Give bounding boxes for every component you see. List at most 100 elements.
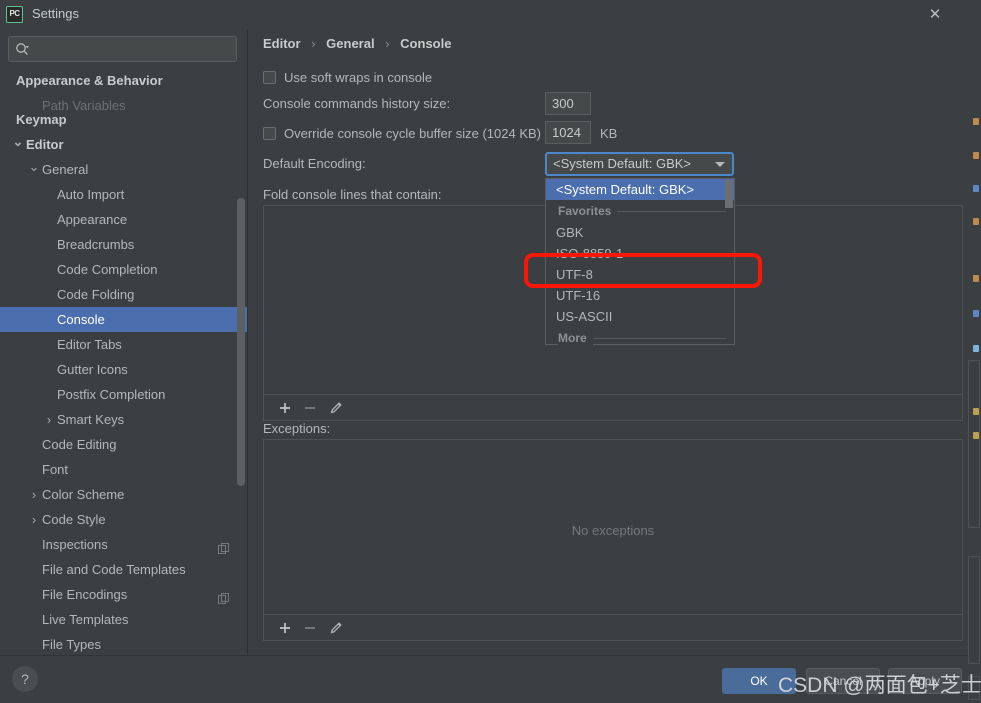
default-encoding-label: Default Encoding: <box>263 156 366 171</box>
dropdown-separator-label: Favorites <box>558 204 618 218</box>
remove-icon[interactable] <box>301 399 319 417</box>
sidebar-item-code-style[interactable]: › Code Style <box>0 507 247 532</box>
dropdown-option-utf-8[interactable]: UTF-8 <box>546 264 734 285</box>
breadcrumb-separator: › <box>311 36 316 51</box>
sidebar-item-label: Color Scheme <box>42 487 125 502</box>
exceptions-empty-text: No exceptions <box>571 523 655 538</box>
help-icon[interactable]: ? <box>12 666 38 692</box>
sidebar-item-label: Inspections <box>42 537 108 552</box>
chevron-down-icon[interactable]: ⌄ <box>11 132 25 157</box>
breadcrumb-separator: › <box>385 36 390 51</box>
breadcrumb-item-editor[interactable]: Editor <box>263 36 301 51</box>
cycle-buffer-unit: KB <box>600 126 618 141</box>
encoding-dropdown-popup[interactable]: <System Default: GBK> Favorites GBK ISO-885… <box>545 178 735 345</box>
sidebar-item-label: Live Templates <box>42 612 129 627</box>
settings-sidebar: Appearance & Behavior Path Variables Keyma… <box>0 30 248 655</box>
sidebar-item-general[interactable]: ⌄ General <box>0 157 247 182</box>
sidebar-item-auto-import[interactable]: Auto Import <box>0 182 247 207</box>
ide-backdrop-strip <box>967 0 981 703</box>
dropdown-option-system-default-gbk[interactable]: <System Default: GBK> <box>546 179 734 200</box>
remove-icon[interactable] <box>301 619 319 637</box>
search-icon <box>15 42 29 56</box>
close-icon[interactable]: ✕ <box>912 0 958 30</box>
sidebar-item-label: General <box>42 162 89 177</box>
history-size-input[interactable] <box>545 92 591 115</box>
sidebar-item-label: File Encodings <box>42 587 128 602</box>
dropdown-option-gbk[interactable]: GBK <box>546 222 734 243</box>
cycle-buffer-checkbox[interactable] <box>263 127 276 140</box>
ok-button[interactable]: OK <box>722 668 796 694</box>
breadcrumb-item-general[interactable]: General <box>326 36 374 51</box>
sidebar-item-label: Code Style <box>42 512 106 527</box>
exceptions-label: Exceptions: <box>263 421 331 436</box>
sidebar-scrollbar[interactable] <box>237 198 245 486</box>
fold-lines-label: Fold console lines that contain: <box>263 187 442 202</box>
dropdown-separator-favorites: Favorites <box>546 200 734 222</box>
sidebar-item-gutter-icons[interactable]: Gutter Icons <box>0 357 247 382</box>
dropdown-option-us-ascii[interactable]: US-ASCII <box>546 306 734 327</box>
sidebar-item-postfix-completion[interactable]: Postfix Completion <box>0 382 247 407</box>
default-encoding-combobox[interactable]: <System Default: GBK> <box>545 152 734 176</box>
sidebar-item-editor[interactable]: ⌄ Editor <box>0 132 247 157</box>
sidebar-item-code-editing[interactable]: Code Editing <box>0 432 247 457</box>
edit-icon[interactable] <box>327 399 345 417</box>
cycle-buffer-checkbox-row[interactable]: Override console cycle buffer size (1024… <box>263 126 541 141</box>
exceptions-panel[interactable]: No exceptions <box>263 439 963 641</box>
sidebar-item-file-types[interactable]: File Types <box>0 632 247 655</box>
chevron-right-icon[interactable]: › <box>27 507 41 532</box>
chevron-right-icon[interactable]: › <box>27 482 41 507</box>
backdrop-marker <box>973 218 979 225</box>
sidebar-item-appearance[interactable]: Appearance <box>0 207 247 232</box>
soft-wraps-checkbox-row[interactable]: Use soft wraps in console <box>263 70 432 85</box>
sidebar-item-live-templates[interactable]: Live Templates <box>0 607 247 632</box>
sidebar-item-file-encodings[interactable]: File Encodings <box>0 582 247 607</box>
sidebar-item-label: Appearance & Behavior <box>16 73 163 88</box>
backdrop-marker <box>973 185 979 192</box>
window-title: Settings <box>32 6 79 21</box>
sidebar-item-keymap[interactable]: Keymap <box>0 107 247 132</box>
cycle-buffer-input[interactable] <box>545 121 591 144</box>
chevron-right-icon[interactable]: › <box>42 407 56 432</box>
apply-button[interactable]: Apply <box>888 668 962 694</box>
sidebar-item-label: Code Completion <box>57 262 158 277</box>
add-icon[interactable] <box>276 399 294 417</box>
search-input[interactable] <box>36 40 226 58</box>
sidebar-item-console[interactable]: Console <box>0 307 247 332</box>
dropdown-option-iso-8859-1[interactable]: ISO-8859-1 <box>546 243 734 264</box>
sidebar-item-label: Auto Import <box>57 187 125 202</box>
backdrop-marker <box>973 275 979 282</box>
sidebar-item-smart-keys[interactable]: › Smart Keys <box>0 407 247 432</box>
sidebar-item-font[interactable]: Font <box>0 457 247 482</box>
backdrop-marker <box>973 310 979 317</box>
sidebar-item-label: Editor Tabs <box>57 337 122 352</box>
backdrop-marker <box>973 118 979 125</box>
dropdown-separator-more: More <box>546 327 734 349</box>
sidebar-item-file-and-code-templates[interactable]: File and Code Templates <box>0 557 247 582</box>
settings-dialog: PC Settings ✕ Appearance & Behavior Path … <box>0 0 968 703</box>
dropdown-scrollbar[interactable] <box>725 180 733 208</box>
sidebar-item-label: Font <box>42 462 69 477</box>
dropdown-option-utf-16[interactable]: UTF-16 <box>546 285 734 306</box>
sidebar-item-label: Editor <box>26 137 64 152</box>
sidebar-item-code-folding[interactable]: Code Folding <box>0 282 247 307</box>
sidebar-item-editor-tabs[interactable]: Editor Tabs <box>0 332 247 357</box>
default-encoding-value: <System Default: GBK> <box>553 156 692 171</box>
sidebar-item-label: File and Code Templates <box>42 562 186 577</box>
edit-icon[interactable] <box>327 619 345 637</box>
sidebar-item-breadcrumbs[interactable]: Breadcrumbs <box>0 232 247 257</box>
sidebar-item-label: Postfix Completion <box>57 387 166 402</box>
sidebar-item-code-completion[interactable]: Code Completion <box>0 257 247 282</box>
sidebar-item-appearance-behavior[interactable]: Appearance & Behavior <box>0 68 247 93</box>
add-icon[interactable] <box>276 619 294 637</box>
backdrop-panel <box>968 556 980 664</box>
chevron-down-icon[interactable]: ⌄ <box>27 157 41 182</box>
cancel-button[interactable]: Cancel <box>806 668 880 694</box>
backdrop-marker <box>973 152 979 159</box>
sidebar-item-inspections[interactable]: Inspections <box>0 532 247 557</box>
sidebar-item-color-scheme[interactable]: › Color Scheme <box>0 482 247 507</box>
backdrop-panel <box>968 676 980 700</box>
settings-tree: Appearance & Behavior Path Variables Keyma… <box>0 68 247 655</box>
search-field[interactable] <box>8 36 237 62</box>
cycle-buffer-label: Override console cycle buffer size (1024… <box>284 126 541 141</box>
soft-wraps-checkbox[interactable] <box>263 71 276 84</box>
